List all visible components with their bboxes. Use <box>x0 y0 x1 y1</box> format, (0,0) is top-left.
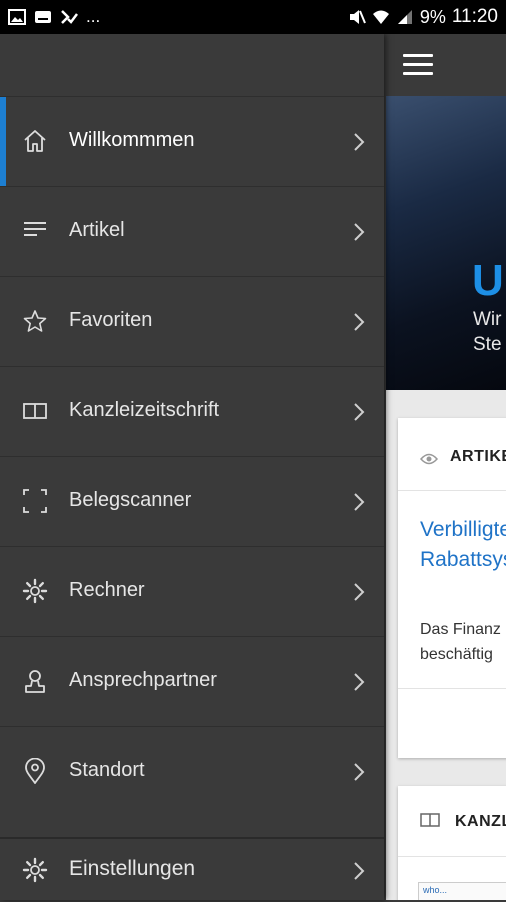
journal-card[interactable]: KANZL who... <box>398 786 506 900</box>
hero-tagline-2: Ste <box>473 334 502 355</box>
nav-item-artikel[interactable]: Artikel <box>0 186 384 276</box>
divider <box>398 856 506 857</box>
nav-item-ansprechpartner[interactable]: Ansprechpartner <box>0 636 384 726</box>
nav-item-label: Favoriten <box>69 309 153 331</box>
hero-tagline-1: Wir <box>473 309 502 330</box>
nav-item-settings[interactable]: Einstellungen <box>0 837 384 902</box>
card-category: ARTIKE <box>450 448 506 465</box>
chevron-right-icon <box>354 862 365 880</box>
nav-item-label: Einstellungen <box>69 857 196 880</box>
star-icon <box>23 310 47 332</box>
drawer-header <box>0 34 384 96</box>
nav-item-label: Kanzleizeitschrift <box>69 399 220 421</box>
image-icon <box>8 9 26 25</box>
main-content: U Wir Ste ARTIKE Verbilligte Rabattsys D… <box>386 34 506 900</box>
eye-icon <box>420 453 438 465</box>
article-card[interactable]: ARTIKE Verbilligte Rabattsys Das Finanz … <box>398 418 506 758</box>
battery-level: 9% <box>419 6 446 27</box>
chevron-right-icon <box>354 133 365 151</box>
divider <box>398 688 506 689</box>
chevron-right-icon <box>354 313 365 331</box>
clock: 11:20 <box>451 6 498 27</box>
checklist-icon <box>61 10 78 24</box>
chevron-right-icon <box>354 583 365 601</box>
signal-icon <box>397 10 412 24</box>
hero-banner: U Wir Ste <box>386 96 506 390</box>
nav-item-label: Willkommmen <box>69 129 195 151</box>
chevron-right-icon <box>354 493 365 511</box>
nav-item-belegscanner[interactable]: Belegscanner <box>0 456 384 546</box>
nav-item-label: Belegscanner <box>69 489 192 511</box>
gear-icon <box>22 857 48 883</box>
chevron-right-icon <box>354 403 365 421</box>
status-overflow: ... <box>86 7 101 26</box>
gear-icon <box>22 578 48 604</box>
wifi-icon <box>372 10 389 24</box>
article-excerpt-line-1: Das Finanz <box>420 621 501 638</box>
scan-icon <box>23 489 47 513</box>
nav-item-label: Standort <box>69 759 145 781</box>
home-icon <box>24 130 46 152</box>
divider <box>398 490 506 491</box>
person-icon <box>25 670 45 693</box>
book-icon <box>23 403 47 419</box>
keyboard-icon <box>35 11 51 23</box>
chevron-right-icon <box>354 223 365 241</box>
navigation-drawer: Willkommmen Artikel Favoriten Kanzleizeitsc… <box>0 34 384 900</box>
nav-item-willkommmen[interactable]: Willkommmen <box>0 96 384 186</box>
journal-thumbnail[interactable]: who... <box>418 882 506 900</box>
status-bar: ... 9% 11:20 <box>0 0 506 34</box>
nav-item-kanzleizeitschrift[interactable]: Kanzleizeitschrift <box>0 366 384 456</box>
book-icon <box>420 813 440 827</box>
article-title-line-2[interactable]: Rabattsys <box>420 548 506 572</box>
app-bar <box>386 34 506 96</box>
card-category: KANZL <box>455 813 506 830</box>
article-excerpt-line-2: beschäftig <box>420 646 493 663</box>
nav-item-favoriten[interactable]: Favoriten <box>0 276 384 366</box>
active-indicator <box>0 97 6 186</box>
chevron-right-icon <box>354 763 365 781</box>
nav-item-label: Ansprechpartner <box>69 669 217 691</box>
chevron-right-icon <box>354 673 365 691</box>
location-pin-icon <box>25 758 45 784</box>
brand-logo: U <box>472 256 504 305</box>
article-title-line-1[interactable]: Verbilligte <box>420 518 506 542</box>
nav-item-label: Rechner <box>69 579 145 601</box>
nav-item-standort[interactable]: Standort <box>0 726 384 816</box>
list-icon <box>24 222 46 236</box>
nav-item-label: Artikel <box>69 219 125 241</box>
menu-icon[interactable] <box>403 54 433 76</box>
nav-item-rechner[interactable]: Rechner <box>0 546 384 636</box>
thumbnail-text: who... <box>423 885 448 895</box>
mute-icon <box>349 10 366 24</box>
